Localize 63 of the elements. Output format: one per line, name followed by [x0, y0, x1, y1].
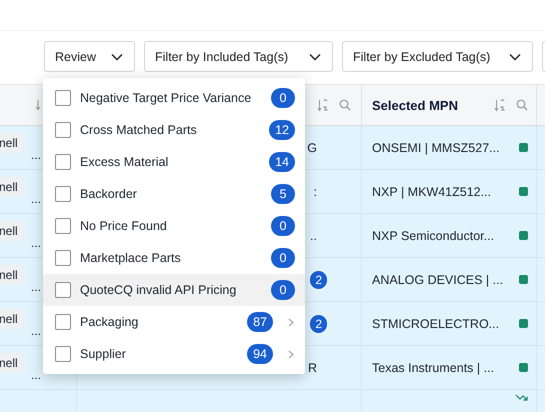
sort-icon[interactable] [317, 98, 329, 112]
tag-chip: nell [0, 309, 23, 329]
chevron-down-icon [111, 52, 123, 60]
count-badge: 2 [310, 314, 327, 332]
tag-chip: nell [0, 353, 23, 373]
menu-item[interactable]: Excess Material 14 [43, 146, 305, 178]
checkbox[interactable] [55, 90, 71, 106]
count-badge: 14 [269, 152, 295, 172]
table-cell: G [307, 140, 317, 154]
checkbox[interactable] [55, 186, 71, 202]
checkbox[interactable] [55, 346, 71, 362]
search-icon[interactable] [516, 99, 528, 111]
menu-item[interactable]: Supplier 94 [43, 338, 305, 370]
column-header: Selected MPN [372, 98, 459, 112]
filter-dropdown[interactable]: Filter by Included Tag(s) [144, 41, 333, 72]
menu-item[interactable]: Cross Matched Parts 12 [43, 114, 305, 146]
count-badge: 5 [271, 184, 295, 204]
table-cell: : [314, 184, 317, 198]
tag-chip: nell [0, 221, 23, 241]
count-badge: 0 [271, 248, 295, 268]
table-cell: R [308, 360, 317, 374]
ellipsis-text: ... [31, 368, 42, 382]
tag-chip: nell [0, 133, 23, 153]
menu-item[interactable]: Marketplace Parts 0 [43, 242, 305, 274]
menu-item[interactable]: No Price Found 0 [43, 210, 305, 242]
filter-dropdown[interactable]: Filter by Excluded Tag(s) [342, 41, 533, 72]
table-cell-text: NXP Semiconductor... [372, 228, 496, 242]
checkbox[interactable] [55, 250, 71, 266]
menu-item[interactable]: QuoteCQ invalid API Pricing 0 [43, 274, 305, 306]
table-cell-text: ONSEMI | MMSZ527... [372, 140, 501, 154]
table-cell: .. [310, 228, 317, 242]
ellipsis-text: ... [31, 280, 42, 294]
count-badge: 0 [271, 216, 295, 236]
count-badge: 2 [310, 270, 327, 288]
checkbox[interactable] [55, 154, 71, 170]
ellipsis-text: ... [31, 324, 42, 338]
count-badge: 0 [271, 88, 295, 108]
count-badge: 87 [247, 312, 273, 332]
menu-item[interactable]: Packaging 87 [43, 306, 305, 338]
chevron-down-icon [309, 52, 321, 60]
count-badge: 0 [271, 280, 295, 300]
table-cell-text: Texas Instruments | ... [372, 360, 496, 374]
search-icon[interactable] [339, 99, 351, 111]
checkbox[interactable] [55, 218, 71, 234]
table-cell-text: NXP | MKW41Z512... [372, 184, 492, 198]
filter-dropdown[interactable]: Review [44, 41, 135, 72]
tag-chip: nell [0, 265, 23, 285]
ellipsis-text: ... [31, 192, 42, 206]
menu-item[interactable]: Backorder 5 [43, 178, 305, 210]
menu-item[interactable]: Negative Target Price Variance 0 [43, 82, 305, 114]
checkbox[interactable] [55, 282, 71, 298]
checkbox[interactable] [55, 122, 71, 138]
sort-icon[interactable] [494, 98, 506, 112]
chevron-down-icon [509, 52, 521, 60]
table-cell-text: STMICROELECTRO... [372, 316, 500, 330]
count-badge: 94 [247, 344, 273, 364]
count-badge: 12 [269, 120, 295, 140]
sort-icon[interactable] [35, 99, 43, 111]
tag-chip: nell [0, 177, 23, 197]
ellipsis-text: ... [31, 236, 42, 250]
ellipsis-text: ... [31, 148, 42, 162]
table-cell-text: ANALOG DEVICES | ... [372, 272, 504, 286]
checkbox[interactable] [55, 314, 71, 330]
